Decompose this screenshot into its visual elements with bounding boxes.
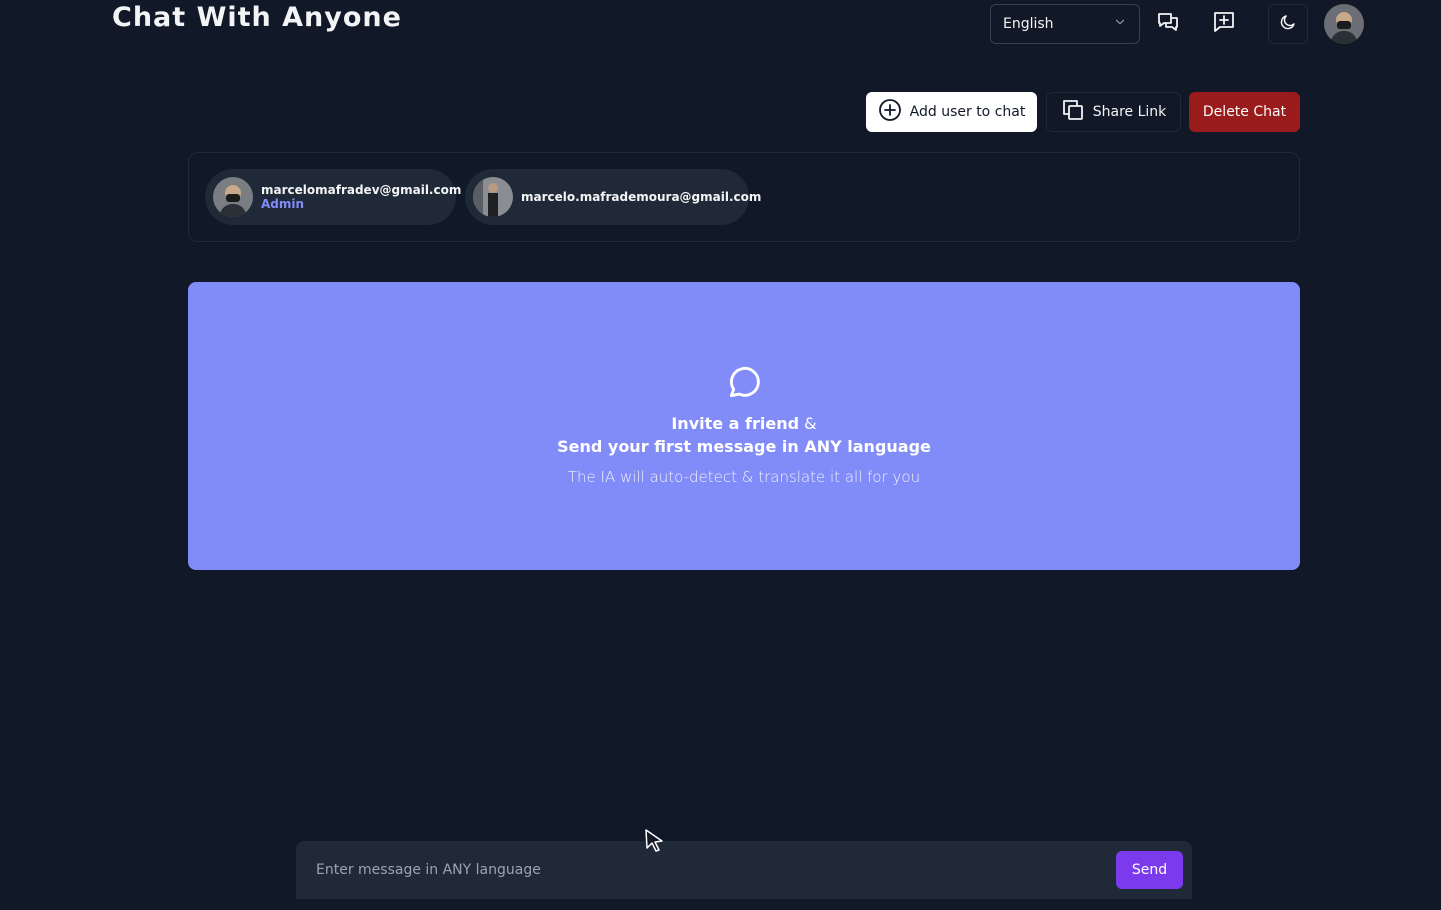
avatar: [213, 177, 253, 217]
member-chip: marcelo.mafrademoura@gmail.com: [465, 169, 761, 225]
message-input[interactable]: [304, 851, 1104, 889]
theme-toggle-button[interactable]: [1268, 4, 1308, 44]
member-email: marcelo.mafrademoura@gmail.com: [521, 190, 762, 204]
avatar: [473, 177, 513, 217]
share-link-label: Share Link: [1092, 104, 1167, 120]
chevron-down-icon: [1113, 15, 1127, 33]
app-logo[interactable]: Chat With Anyone: [112, 2, 402, 33]
invite-amp: &: [804, 414, 817, 433]
moon-icon: [1279, 13, 1297, 35]
language-select-value: English: [1003, 16, 1054, 32]
invite-label: Invite a friend: [671, 414, 800, 433]
message-circle-icon: [725, 364, 763, 406]
send-button[interactable]: Send: [1116, 851, 1183, 889]
chats-button[interactable]: [1148, 4, 1188, 44]
delete-chat-button[interactable]: Delete Chat: [1189, 92, 1300, 132]
new-chat-button[interactable]: [1204, 4, 1244, 44]
user-avatar[interactable]: [1324, 4, 1364, 44]
chats-icon: [1156, 10, 1180, 38]
share-link-button[interactable]: Share Link: [1046, 92, 1181, 132]
new-chat-icon: [1212, 10, 1236, 38]
header: Chat With Anyone English: [0, 0, 1441, 50]
add-user-button[interactable]: Add user to chat: [866, 92, 1037, 132]
member-role: Admin: [261, 197, 305, 211]
invite-text: Invite a friend &: [671, 414, 816, 433]
plus-circle-icon: [878, 98, 902, 126]
member-chip: marcelomafradev@gmail.com Admin: [205, 169, 461, 225]
mouse-cursor-icon: [644, 828, 666, 858]
message-composer: Send: [296, 841, 1192, 899]
chat-members: marcelomafradev@gmail.com Admin marcelo.…: [188, 152, 1300, 242]
first-message-text: Send your first message in ANY language: [557, 437, 931, 456]
translate-subtitle: The IA will auto-detect & translate it a…: [567, 468, 921, 486]
add-user-label: Add user to chat: [909, 104, 1026, 120]
member-email: marcelomafradev@gmail.com: [261, 183, 462, 197]
language-select[interactable]: English: [990, 4, 1140, 44]
member-info: marcelomafradev@gmail.com Admin: [261, 183, 461, 211]
copy-icon: [1061, 98, 1085, 126]
empty-chat-panel: Invite a friend & Send your first messag…: [188, 282, 1300, 570]
